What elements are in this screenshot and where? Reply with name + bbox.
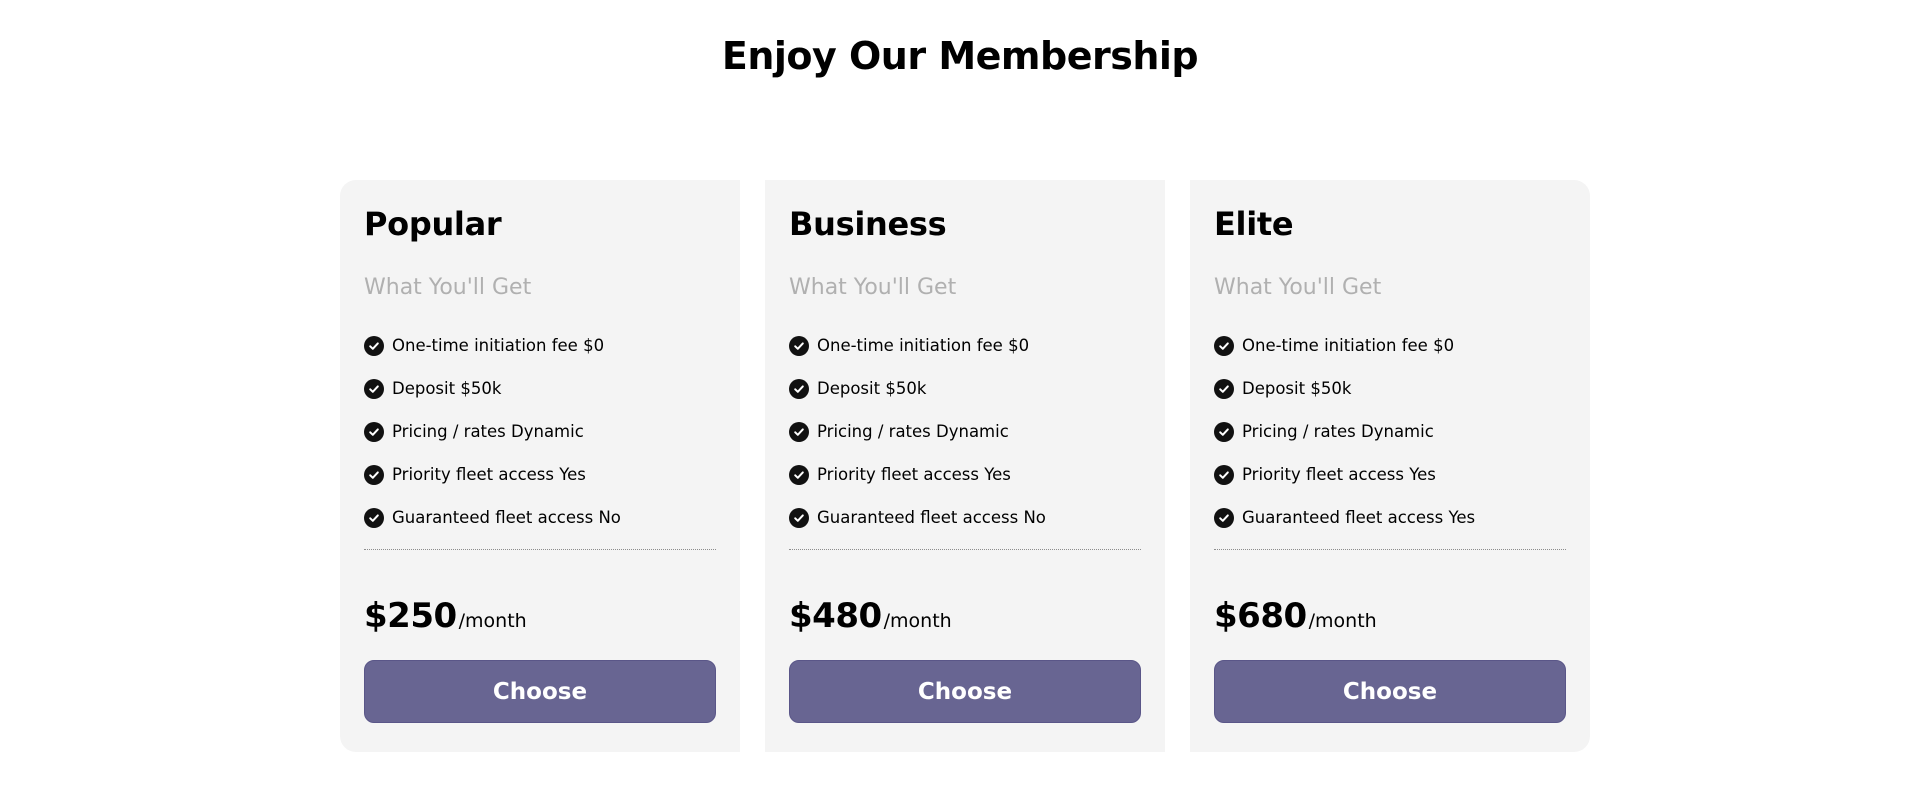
feature-label: Deposit $50k	[817, 378, 927, 398]
price-period: /month	[1308, 610, 1377, 632]
feature-item: Guaranteed fleet access No	[364, 496, 716, 539]
feature-label: Pricing / rates Dynamic	[1242, 421, 1434, 441]
price-row: $250 /month	[364, 596, 716, 636]
check-circle-icon	[364, 378, 384, 399]
plan-subtitle: What You'll Get	[789, 275, 957, 300]
feature-item: Pricing / rates Dynamic	[1214, 410, 1566, 453]
feature-item: Deposit $50k	[789, 367, 1141, 410]
check-circle-icon	[789, 378, 809, 399]
feature-label: One-time initiation fee $0	[817, 335, 1030, 355]
feature-item: Priority fleet access Yes	[789, 453, 1141, 496]
feature-label: Priority fleet access Yes	[817, 464, 1011, 484]
feature-item: One-time initiation fee $0	[789, 324, 1141, 367]
price-period: /month	[458, 610, 527, 632]
feature-item: Pricing / rates Dynamic	[364, 410, 716, 453]
feature-label: Pricing / rates Dynamic	[392, 421, 584, 441]
feature-item: Priority fleet access Yes	[364, 453, 716, 496]
price-row: $680 /month	[1214, 596, 1566, 636]
check-circle-icon	[789, 464, 809, 485]
plan-card-elite: Elite What You'll Get One-time initiatio…	[1190, 180, 1590, 752]
feature-label: One-time initiation fee $0	[392, 335, 605, 355]
feature-label: Priority fleet access Yes	[1242, 464, 1436, 484]
feature-item: Deposit $50k	[1214, 367, 1566, 410]
check-circle-icon	[789, 335, 809, 356]
feature-item: One-time initiation fee $0	[364, 324, 716, 367]
feature-item: Guaranteed fleet access Yes	[1214, 496, 1566, 539]
price-row: $480 /month	[789, 596, 1141, 636]
feature-list: One-time initiation fee $0 Deposit $50k …	[1214, 324, 1566, 539]
feature-list: One-time initiation fee $0 Deposit $50k …	[364, 324, 716, 539]
choose-button[interactable]: Choose	[789, 660, 1141, 723]
choose-button[interactable]: Choose	[1214, 660, 1566, 723]
divider	[1214, 549, 1566, 550]
check-circle-icon	[789, 507, 809, 528]
feature-item: One-time initiation fee $0	[1214, 324, 1566, 367]
check-circle-icon	[1214, 421, 1234, 442]
feature-item: Priority fleet access Yes	[1214, 453, 1566, 496]
membership-page: Enjoy Our Membership Popular What You'll…	[0, 0, 1920, 797]
check-circle-icon	[789, 421, 809, 442]
feature-label: Guaranteed fleet access No	[817, 507, 1046, 527]
divider	[364, 549, 716, 550]
feature-label: Deposit $50k	[1242, 378, 1352, 398]
choose-button[interactable]: Choose	[364, 660, 716, 723]
feature-label: Guaranteed fleet access Yes	[1242, 507, 1476, 527]
plan-card-popular: Popular What You'll Get One-time initiat…	[340, 180, 740, 752]
check-circle-icon	[1214, 507, 1234, 528]
check-circle-icon	[1214, 378, 1234, 399]
price-period: /month	[883, 610, 952, 632]
feature-item: Guaranteed fleet access No	[789, 496, 1141, 539]
feature-item: Pricing / rates Dynamic	[789, 410, 1141, 453]
plan-price: $680	[1214, 596, 1307, 636]
section-title: Enjoy Our Membership	[721, 34, 1199, 78]
check-circle-icon	[364, 335, 384, 356]
check-circle-icon	[364, 421, 384, 442]
plan-price: $480	[789, 596, 882, 636]
feature-label: Deposit $50k	[392, 378, 502, 398]
check-circle-icon	[1214, 464, 1234, 485]
plan-name: Popular	[364, 205, 502, 243]
divider	[789, 549, 1141, 550]
plan-card-business: Business What You'll Get One-time initia…	[765, 180, 1165, 752]
check-circle-icon	[1214, 335, 1234, 356]
feature-label: Priority fleet access Yes	[392, 464, 586, 484]
check-circle-icon	[364, 464, 384, 485]
check-circle-icon	[364, 507, 384, 528]
plan-cards: Popular What You'll Get One-time initiat…	[340, 180, 1590, 752]
plan-subtitle: What You'll Get	[1214, 275, 1382, 300]
feature-list: One-time initiation fee $0 Deposit $50k …	[789, 324, 1141, 539]
feature-label: Guaranteed fleet access No	[392, 507, 621, 527]
plan-name: Business	[789, 205, 947, 243]
feature-item: Deposit $50k	[364, 367, 716, 410]
plan-subtitle: What You'll Get	[364, 275, 532, 300]
feature-label: Pricing / rates Dynamic	[817, 421, 1009, 441]
feature-label: One-time initiation fee $0	[1242, 335, 1455, 355]
plan-price: $250	[364, 596, 457, 636]
plan-name: Elite	[1214, 205, 1294, 243]
